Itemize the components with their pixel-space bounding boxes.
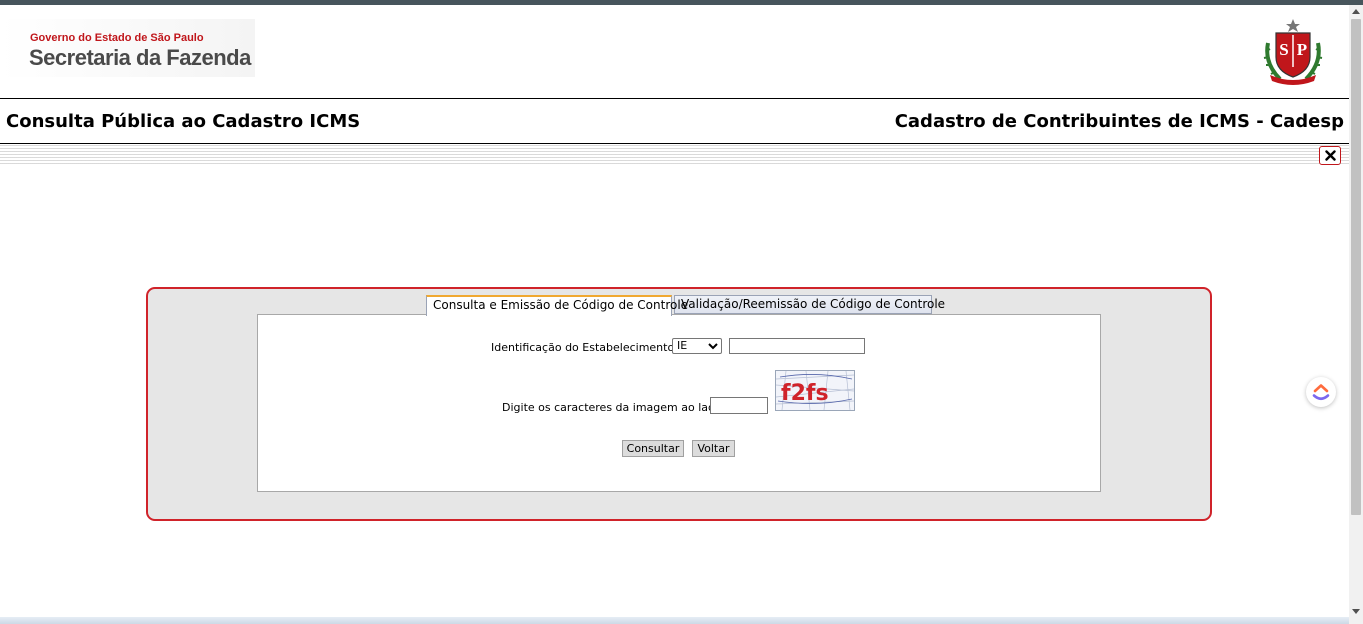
chevron-down-icon — [708, 343, 718, 350]
captcha-text: f2fs — [781, 381, 829, 406]
header-divider-top — [0, 98, 1349, 99]
ident-type-value: IE — [677, 339, 688, 352]
close-icon — [1324, 150, 1336, 161]
ident-input[interactable] — [729, 338, 865, 354]
consulta-form: Identificação do Estabelecimento: IE f2f… — [257, 314, 1101, 492]
sao-paulo-coat-of-arms-icon: S P — [1263, 19, 1323, 85]
site-header: Governo do Estado de São Paulo Secretari… — [0, 5, 1349, 98]
scroll-up-arrow-icon[interactable] — [1352, 9, 1360, 14]
captcha-image: f2fs — [775, 370, 855, 411]
system-title: Cadastro de Contribuintes de ICMS - Cade… — [894, 111, 1344, 132]
logo-secretaria-text: Secretaria da Fazenda — [29, 45, 251, 70]
voltar-button[interactable]: Voltar — [692, 440, 735, 457]
sefaz-logo[interactable]: Governo do Estado de São Paulo Secretari… — [0, 19, 255, 77]
header-divider-bottom — [0, 143, 1349, 144]
decorative-stripes — [0, 145, 1349, 165]
scroll-down-arrow-icon[interactable] — [1352, 609, 1360, 614]
ident-label: Identificação do Estabelecimento: — [491, 341, 678, 354]
svg-text:P: P — [1297, 40, 1307, 59]
ident-type-select[interactable]: IE — [672, 338, 722, 354]
consultar-button[interactable]: Consultar — [622, 440, 684, 457]
captcha-label: Digite os caracteres da imagem ao lado: — [502, 401, 726, 414]
tab-validacao-reemissao[interactable]: Validação/Reemissão de Código de Control… — [674, 295, 945, 314]
close-button[interactable] — [1319, 146, 1341, 165]
consulta-panel: Consulta e Emissão de Código de Controle… — [146, 287, 1212, 521]
captcha-input[interactable] — [710, 397, 768, 414]
scroll-thumb[interactable] — [1351, 19, 1361, 515]
clickup-icon — [1312, 384, 1330, 401]
bottom-taskbar-strip — [0, 617, 1349, 624]
logo-government-text: Governo do Estado de São Paulo — [30, 32, 204, 44]
clickup-extension-button[interactable] — [1306, 377, 1336, 407]
vertical-scrollbar[interactable] — [1349, 5, 1363, 624]
svg-text:S: S — [1279, 40, 1288, 59]
tab-consulta-emissao[interactable]: Consulta e Emissão de Código de Controle — [426, 295, 688, 316]
page-title: Consulta Pública ao Cadastro ICMS — [6, 111, 361, 132]
